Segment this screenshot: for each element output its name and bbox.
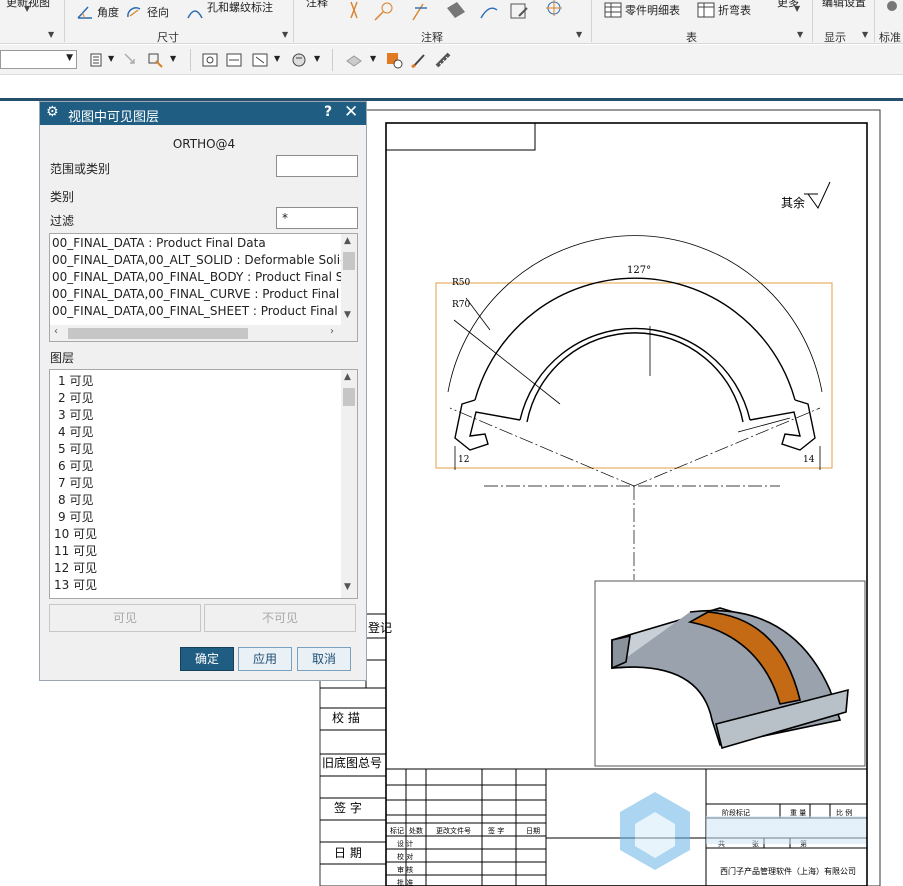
dim-r50-text: R50: [452, 278, 471, 288]
list-item[interactable]: 10 可见: [54, 525, 97, 542]
ok-button[interactable]: 确定: [180, 647, 234, 671]
tb-cell-count: 处数: [409, 826, 423, 835]
chevron-down-icon[interactable]: ▼: [344, 582, 351, 592]
list-item[interactable]: 7 可见: [58, 474, 93, 491]
help-icon[interactable]: ?: [324, 104, 332, 120]
center-lines: [449, 407, 821, 580]
layer-vertical-scrollbar[interactable]: ▲ ▼: [341, 370, 357, 598]
top-left-stamp: [385, 122, 536, 151]
list-item[interactable]: 12 可见: [54, 559, 97, 576]
visible-button[interactable]: 可见: [49, 604, 201, 632]
tb-role-approve: 批 准: [397, 878, 413, 886]
category-horizontal-scrollbar[interactable]: ‹ ›: [50, 325, 357, 341]
layers-section-label: 图层: [50, 351, 75, 365]
scroll-thumb[interactable]: [343, 252, 355, 270]
tb-cell-sign: 签 字: [488, 826, 504, 835]
close-icon[interactable]: ✕: [344, 102, 358, 122]
dim-angle-text: 127°: [627, 265, 651, 276]
category-vertical-scrollbar[interactable]: ▲ ▼: [341, 234, 357, 325]
sheet-inner-border: [385, 122, 868, 886]
tb-role-review: 审 核: [397, 865, 413, 874]
chevron-up-icon[interactable]: ▲: [344, 372, 351, 382]
cancel-button[interactable]: 取消: [297, 647, 351, 671]
filter-label: 过滤: [50, 214, 75, 228]
side-label-trace: 校 描: [332, 710, 360, 725]
visible-layers-in-view-dialog: ⚙ 视图中可见图层 ? ✕ ORTHO@4 范围或类别 类别 过滤 * 00_F…: [39, 101, 367, 681]
list-item[interactable]: 13 可见: [54, 576, 97, 593]
chevron-down-icon[interactable]: ▼: [344, 310, 351, 320]
chevron-right-icon[interactable]: ›: [330, 326, 334, 337]
scope-input[interactable]: [276, 155, 358, 177]
surface-note-text: 其余: [781, 195, 805, 210]
list-item[interactable]: 00_FINAL_DATA,00_FINAL_SHEET : Product F…: [52, 304, 353, 318]
invisible-button[interactable]: 不可见: [204, 604, 356, 632]
dialog-title-bar[interactable]: ⚙ 视图中可见图层 ? ✕: [40, 102, 366, 125]
tb-cell-date: 日期: [526, 827, 540, 835]
list-item[interactable]: 1 可见: [58, 372, 93, 389]
tb-role-design: 设 计: [397, 839, 413, 848]
filter-input[interactable]: *: [276, 207, 358, 229]
tb-weight: 重 量: [790, 809, 806, 817]
dialog-title: 视图中可见图层: [68, 110, 160, 125]
scope-label: 范围或类别: [50, 162, 111, 176]
layer-list[interactable]: 1 可见 2 可见 3 可见 4 可见 5 可见 6 可见 7 可见 8 可见 …: [49, 369, 358, 599]
list-item[interactable]: 6 可见: [58, 457, 93, 474]
list-item[interactable]: 4 可见: [58, 423, 93, 440]
dim-r70-text: R70: [452, 300, 471, 310]
list-item[interactable]: 00_FINAL_DATA,00_FINAL_BODY : Product Fi…: [52, 270, 351, 284]
tb-stage: 阶段标记: [722, 808, 750, 817]
gear-icon[interactable]: ⚙: [46, 104, 59, 120]
category-list[interactable]: 00_FINAL_DATA : Product Final Data 00_FI…: [49, 233, 358, 342]
list-item[interactable]: 00_FINAL_DATA,00_ALT_SOLID : Deformable …: [52, 253, 348, 267]
scroll-thumb[interactable]: [343, 388, 355, 406]
tb-cell-change-doc: 更改文件号: [436, 826, 471, 835]
dim-14-text: 14: [803, 455, 815, 465]
chevron-left-icon[interactable]: ‹: [54, 326, 58, 337]
sheet-outer-border: [319, 109, 881, 886]
roughness-symbol: [807, 181, 831, 209]
side-label-register: 登记: [368, 620, 392, 635]
scroll-thumb[interactable]: [68, 328, 248, 339]
tb-company: 西门子产品管理软件（上海）有限公司: [720, 866, 856, 876]
list-item[interactable]: 5 可见: [58, 440, 93, 457]
side-label-signature: 签 字: [334, 800, 362, 815]
dim-12-text: 12: [458, 455, 469, 465]
side-label-old-drawing-no: 旧底图总号: [322, 755, 382, 770]
list-item[interactable]: 9 可见: [58, 508, 93, 525]
category-section-label: 类别: [50, 190, 75, 204]
list-item[interactable]: 00_FINAL_DATA : Product Final Data: [52, 236, 266, 250]
front-view-boundary: [435, 282, 833, 469]
tb-role-check: 校 对: [397, 852, 413, 861]
apply-button[interactable]: 应用: [238, 647, 292, 671]
chevron-up-icon[interactable]: ▲: [344, 236, 351, 246]
list-item[interactable]: 3 可见: [58, 406, 93, 423]
tb-cell-mark: 标记: [390, 826, 404, 835]
part-profile: [454, 277, 816, 451]
view-name-label: ORTHO@4: [172, 137, 236, 151]
tb-scale: 比 例: [836, 808, 852, 817]
list-item[interactable]: 8 可见: [58, 491, 93, 508]
list-item[interactable]: 11 可见: [54, 542, 97, 559]
side-label-date: 日 期: [334, 846, 362, 860]
list-item[interactable]: 2 可见: [58, 389, 93, 406]
list-item[interactable]: 00_FINAL_DATA,00_FINAL_CURVE : Product F…: [52, 287, 351, 301]
